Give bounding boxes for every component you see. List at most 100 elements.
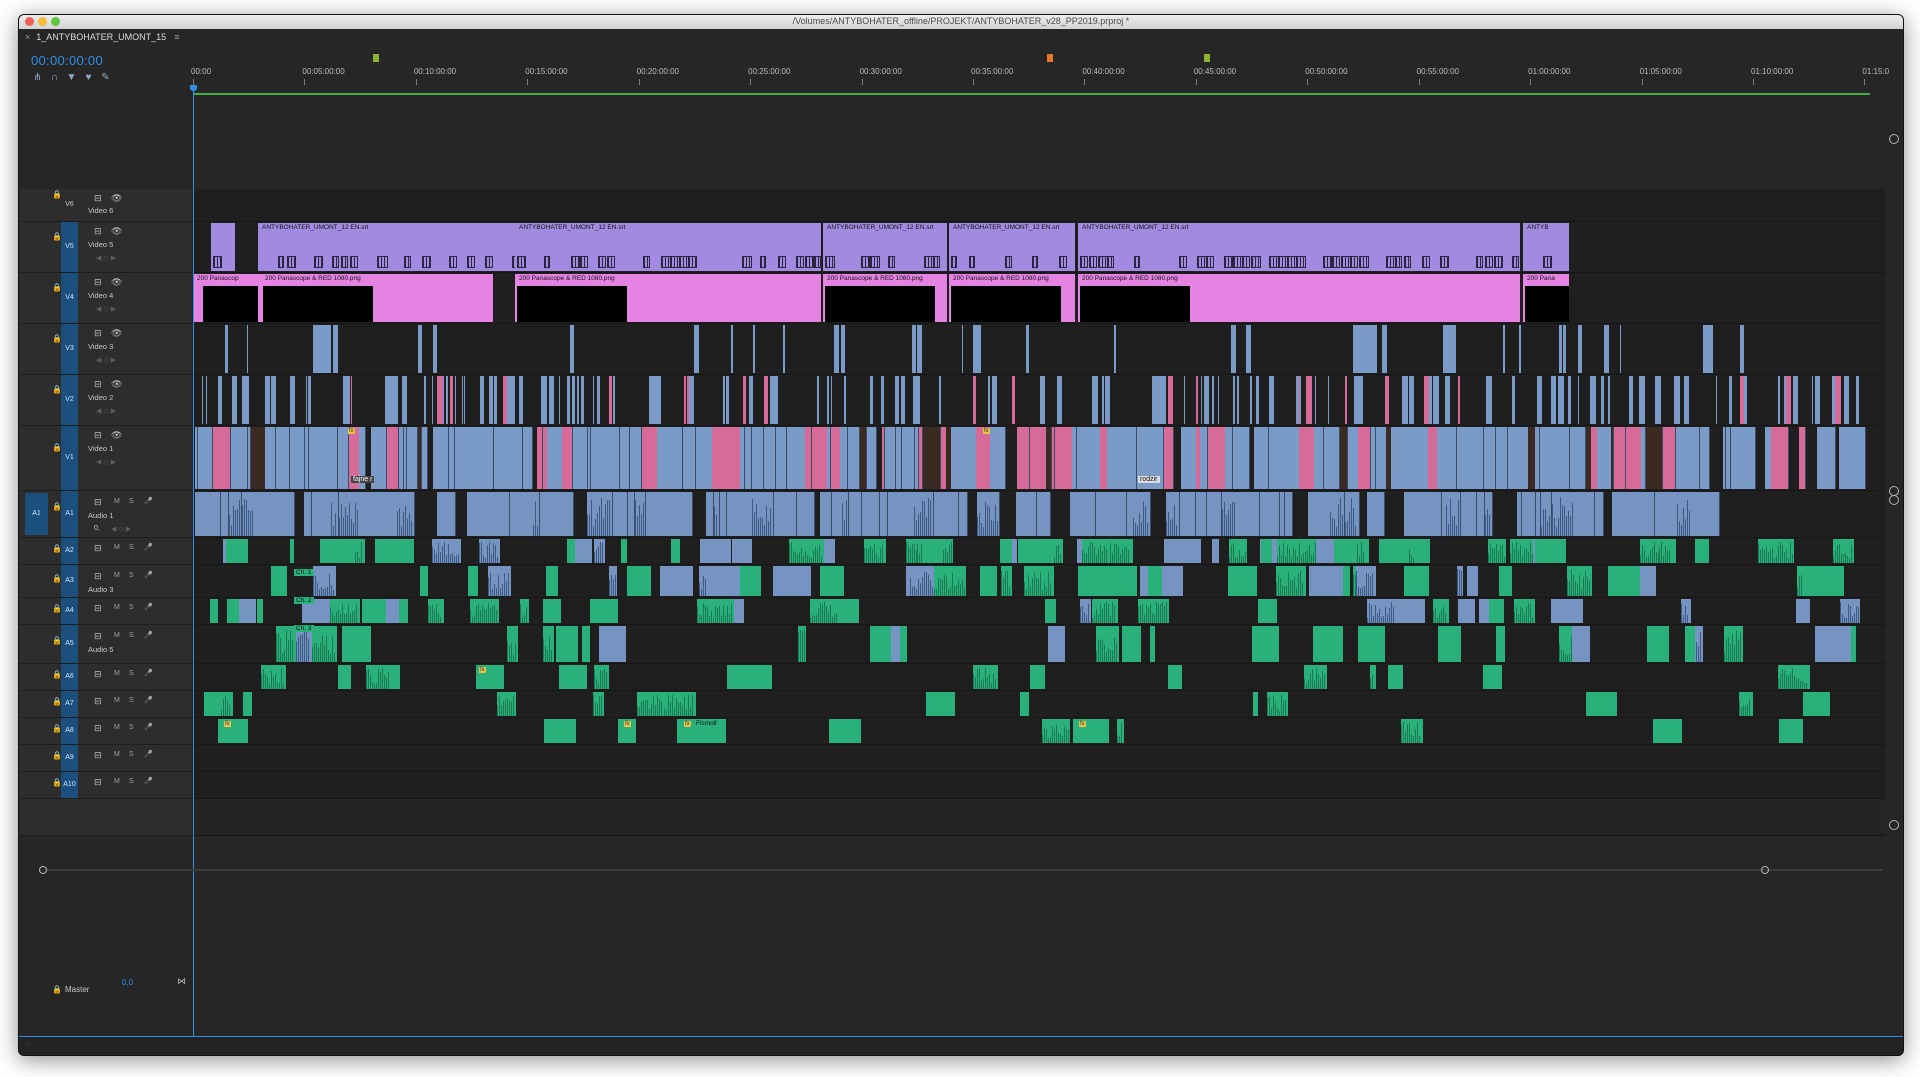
video-clip-v2[interactable] bbox=[541, 376, 548, 424]
video-clip-v1[interactable] bbox=[1662, 427, 1677, 489]
solo-button[interactable]: S bbox=[129, 751, 134, 758]
audio-clip-a3[interactable] bbox=[1023, 566, 1054, 596]
video-clip-v1[interactable] bbox=[1314, 427, 1325, 489]
video-clip-v2[interactable] bbox=[449, 376, 454, 424]
target-toggle-a1[interactable]: A1 bbox=[61, 491, 78, 537]
toggle-sync-lock-icon[interactable]: ⊟ bbox=[94, 603, 102, 613]
audio-clip-a6[interactable] bbox=[1369, 665, 1376, 689]
audio-clip-a7[interactable] bbox=[925, 692, 956, 716]
audio-clip-a2[interactable] bbox=[1020, 539, 1046, 563]
audio-clip-a7[interactable] bbox=[1803, 692, 1831, 716]
audio-clip-a5[interactable] bbox=[543, 626, 554, 662]
audio-clip-a8[interactable] bbox=[544, 719, 577, 743]
video-clip-v2[interactable] bbox=[1306, 376, 1313, 424]
video-clip-v3[interactable] bbox=[1025, 325, 1029, 373]
audio-clip-a1[interactable] bbox=[436, 492, 456, 536]
solo-button[interactable]: S bbox=[129, 544, 134, 551]
video-clip-v1[interactable] bbox=[197, 427, 214, 489]
lock-icon[interactable]: 🔒 bbox=[52, 503, 62, 511]
video-clip-v1[interactable] bbox=[1347, 427, 1359, 489]
audio-clip-a7[interactable] bbox=[221, 692, 233, 716]
video-clip-v3[interactable] bbox=[916, 325, 920, 373]
audio-clip-a2[interactable] bbox=[574, 539, 592, 563]
audio-clip-a2[interactable] bbox=[1658, 539, 1672, 563]
eye-icon[interactable]: 👁 bbox=[111, 379, 122, 389]
video-clip-v2[interactable] bbox=[880, 376, 884, 424]
video-clip-v3[interactable] bbox=[1503, 325, 1506, 373]
lock-icon[interactable]: 🔒 bbox=[52, 335, 62, 343]
audio-clip-a1[interactable] bbox=[509, 492, 534, 536]
video-clip-v2[interactable] bbox=[1384, 376, 1389, 424]
audio-clip-a1[interactable] bbox=[933, 492, 960, 536]
video-clip-v2[interactable] bbox=[432, 376, 434, 424]
video-clip-v2[interactable] bbox=[489, 376, 493, 424]
voice-over-record-icon[interactable]: 🎤 bbox=[144, 603, 153, 611]
audio-clip-a1[interactable] bbox=[311, 492, 332, 536]
video-clip-v2[interactable] bbox=[1204, 376, 1210, 424]
voice-over-record-icon[interactable]: 🎤 bbox=[144, 631, 153, 639]
audio-clip-a2[interactable] bbox=[864, 539, 886, 563]
audio-clip-a3[interactable] bbox=[659, 566, 694, 596]
track-area[interactable]: ANTYBOHATER_UMONT_12 EN.srt ANTYBOHATER_U… bbox=[193, 29, 1885, 1029]
video-clip-v1[interactable] bbox=[1549, 427, 1564, 489]
video-clip-v1[interactable] bbox=[1400, 427, 1416, 489]
lock-icon[interactable]: 🔒 bbox=[52, 284, 62, 292]
video-clip-v2[interactable] bbox=[992, 376, 997, 424]
video-clip-v1[interactable] bbox=[1817, 427, 1836, 489]
audio-clip-a6[interactable] bbox=[365, 665, 390, 689]
audio-clip-a6[interactable] bbox=[1167, 665, 1182, 689]
audio-clip-a6[interactable] bbox=[726, 665, 759, 689]
video-clip-v2[interactable] bbox=[423, 376, 426, 424]
audio-clip-a1[interactable] bbox=[1069, 492, 1097, 536]
video-clip-v1[interactable] bbox=[641, 427, 658, 489]
solo-button[interactable]: S bbox=[129, 670, 134, 677]
video-clip-v2[interactable] bbox=[843, 376, 847, 424]
audio-clip-a1[interactable] bbox=[1036, 492, 1052, 536]
audio-clip-a3[interactable] bbox=[1817, 566, 1844, 596]
video-clip-v2[interactable] bbox=[722, 376, 726, 424]
video-clip-v2[interactable] bbox=[1217, 376, 1220, 424]
video-clip-v1[interactable] bbox=[572, 427, 589, 489]
video-clip-v2[interactable] bbox=[402, 376, 407, 424]
video-clip-v1[interactable] bbox=[726, 427, 741, 489]
vertical-scroll-top-knob[interactable] bbox=[1889, 134, 1899, 144]
video-clip-v2[interactable] bbox=[580, 376, 585, 424]
video-clip-v3[interactable] bbox=[1443, 325, 1453, 373]
eye-icon[interactable]: 👁 bbox=[111, 328, 122, 338]
audio-clip-a5[interactable] bbox=[1694, 626, 1703, 662]
zoom-scroll-right-knob[interactable] bbox=[1761, 866, 1769, 874]
video-clip-v1[interactable] bbox=[1857, 427, 1866, 489]
video-clip-v1[interactable] bbox=[1517, 427, 1529, 489]
video-clip-v2[interactable] bbox=[1715, 376, 1717, 424]
audio-clip-a2[interactable] bbox=[1108, 539, 1132, 563]
audio-clip-a3[interactable] bbox=[1276, 566, 1306, 596]
audio-clip-a7[interactable] bbox=[1019, 692, 1029, 716]
video-clip-v3[interactable] bbox=[912, 325, 916, 373]
audio-clip-a4[interactable] bbox=[361, 599, 386, 623]
video-clip-v1[interactable] bbox=[421, 427, 428, 489]
video-clip-v2[interactable] bbox=[1327, 376, 1330, 424]
audio-clip-a1[interactable] bbox=[1165, 492, 1181, 536]
subtitle-clip[interactable]: ANTYBOHATER_UMONT_12 EN.srt bbox=[949, 223, 1075, 271]
video-clip-v1[interactable] bbox=[1288, 427, 1300, 489]
audio-clip-a1[interactable] bbox=[1179, 492, 1197, 536]
video-clip-v2[interactable] bbox=[1269, 376, 1274, 424]
audio-clip-a1[interactable] bbox=[861, 492, 881, 536]
toggle-sync-lock-icon[interactable]: ⊟ bbox=[94, 777, 102, 787]
audio-clip-a2[interactable] bbox=[621, 539, 628, 563]
audio-clip-a7[interactable] bbox=[496, 692, 516, 716]
audio-clip-a2[interactable] bbox=[233, 539, 249, 563]
audio-clip-a1[interactable] bbox=[539, 492, 557, 536]
audio-clip-a8[interactable] bbox=[1778, 719, 1804, 743]
audio-clip-a1[interactable] bbox=[612, 492, 628, 536]
audio-clip-a1[interactable] bbox=[773, 492, 798, 536]
audio-clip-a1[interactable] bbox=[556, 492, 574, 536]
audio-clip-a2[interactable] bbox=[923, 539, 944, 563]
audio-clip-a3[interactable] bbox=[706, 566, 743, 596]
audio-clip-a5[interactable] bbox=[1122, 626, 1142, 662]
horizontal-zoom-scrollbar[interactable] bbox=[39, 865, 1891, 875]
video-clip-v2[interactable] bbox=[393, 376, 399, 424]
audio-clip-a2[interactable] bbox=[1381, 539, 1409, 563]
video-clip-v2[interactable] bbox=[463, 376, 466, 424]
video-clip-v2[interactable] bbox=[596, 376, 601, 424]
